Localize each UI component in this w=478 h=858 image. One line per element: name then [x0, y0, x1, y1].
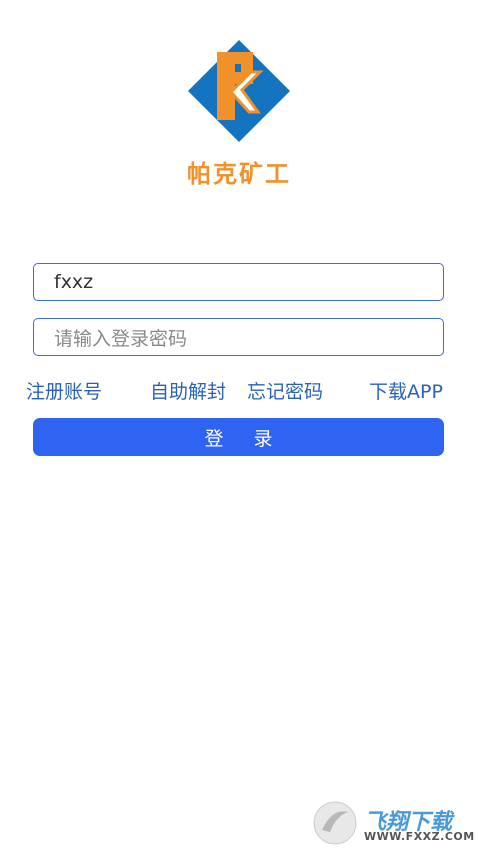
- app-logo: [188, 40, 290, 142]
- login-button[interactable]: 登 录: [33, 418, 444, 456]
- brand-name: 帕克矿工: [187, 160, 291, 188]
- watermark-logo-icon: [313, 801, 357, 845]
- username-input[interactable]: fxxz: [33, 263, 444, 301]
- forgot-password-link[interactable]: 忘记密码: [247, 377, 323, 404]
- username-value: fxxz: [54, 271, 94, 293]
- watermark-url: WWW.FXXZ.COM: [364, 830, 475, 843]
- download-app-link[interactable]: 下载APP: [369, 377, 443, 404]
- password-placeholder: 请输入登录密码: [54, 327, 188, 350]
- watermark: 飞翔下载 WWW.FXXZ.COM: [312, 800, 475, 848]
- self-unlock-link[interactable]: 自助解封: [150, 377, 226, 404]
- register-link[interactable]: 注册账号: [26, 377, 102, 404]
- password-input[interactable]: 请输入登录密码: [33, 318, 444, 356]
- auth-links: 注册账号 自助解封 忘记密码 下载APP: [0, 377, 478, 405]
